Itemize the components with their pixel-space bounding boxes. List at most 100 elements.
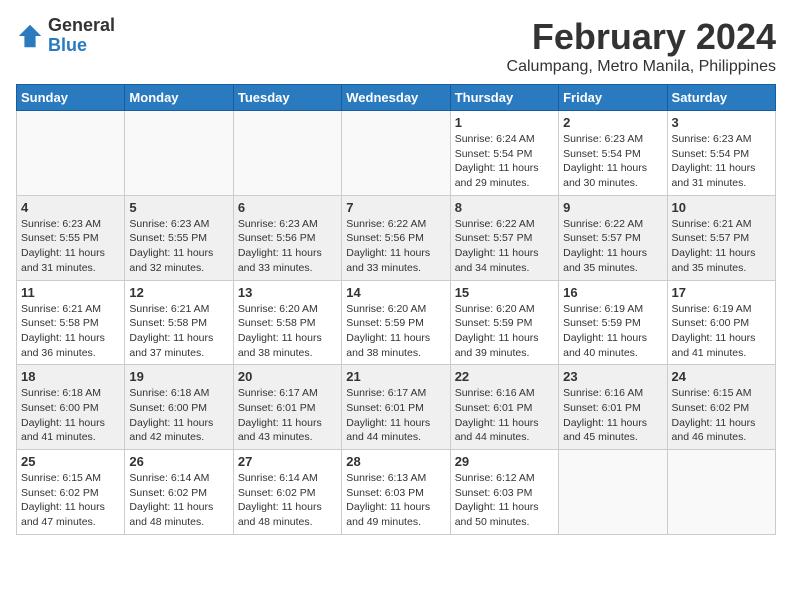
calendar-cell: 18 Sunrise: 6:18 AM Sunset: 6:00 PM Dayli… [17, 365, 125, 450]
location-title: Calumpang, Metro Manila, Philippines [507, 58, 776, 76]
calendar-cell: 21 Sunrise: 6:17 AM Sunset: 6:01 PM Dayli… [342, 365, 450, 450]
day-number: 29 [455, 454, 554, 469]
calendar-week-row: 18 Sunrise: 6:18 AM Sunset: 6:00 PM Dayli… [17, 365, 776, 450]
calendar-week-row: 4 Sunrise: 6:23 AM Sunset: 5:55 PM Daylig… [17, 195, 776, 280]
day-number: 21 [346, 369, 445, 384]
calendar-cell [559, 450, 667, 535]
calendar-cell: 26 Sunrise: 6:14 AM Sunset: 6:02 PM Dayli… [125, 450, 233, 535]
calendar-cell [667, 450, 775, 535]
cell-info: Sunrise: 6:13 AM Sunset: 6:03 PM Dayligh… [346, 471, 445, 530]
day-number: 6 [238, 200, 337, 215]
day-number: 13 [238, 285, 337, 300]
cell-info: Sunrise: 6:23 AM Sunset: 5:55 PM Dayligh… [21, 217, 120, 276]
day-number: 14 [346, 285, 445, 300]
cell-info: Sunrise: 6:23 AM Sunset: 5:54 PM Dayligh… [672, 132, 771, 191]
weekday-header: Wednesday [342, 85, 450, 111]
weekday-header: Thursday [450, 85, 558, 111]
calendar-cell [17, 111, 125, 196]
day-number: 2 [563, 115, 662, 130]
day-number: 11 [21, 285, 120, 300]
cell-info: Sunrise: 6:18 AM Sunset: 6:00 PM Dayligh… [21, 386, 120, 445]
calendar-cell [233, 111, 341, 196]
logo-icon [16, 22, 44, 50]
calendar-cell: 6 Sunrise: 6:23 AM Sunset: 5:56 PM Daylig… [233, 195, 341, 280]
cell-info: Sunrise: 6:21 AM Sunset: 5:58 PM Dayligh… [129, 302, 228, 361]
day-number: 3 [672, 115, 771, 130]
cell-info: Sunrise: 6:15 AM Sunset: 6:02 PM Dayligh… [21, 471, 120, 530]
day-number: 9 [563, 200, 662, 215]
day-number: 1 [455, 115, 554, 130]
logo-blue-text: Blue [48, 36, 115, 56]
calendar-cell: 4 Sunrise: 6:23 AM Sunset: 5:55 PM Daylig… [17, 195, 125, 280]
calendar-week-row: 25Sunrise: 6:15 AM Sunset: 6:02 PM Dayli… [17, 450, 776, 535]
calendar-cell: 8Sunrise: 6:22 AM Sunset: 5:57 PM Daylig… [450, 195, 558, 280]
day-number: 8 [455, 200, 554, 215]
calendar-table: SundayMondayTuesdayWednesdayThursdayFrid… [16, 84, 776, 535]
logo: General Blue [16, 16, 115, 56]
calendar-cell: 25Sunrise: 6:15 AM Sunset: 6:02 PM Dayli… [17, 450, 125, 535]
cell-info: Sunrise: 6:14 AM Sunset: 6:02 PM Dayligh… [129, 471, 228, 530]
calendar-cell [125, 111, 233, 196]
calendar-cell: 10Sunrise: 6:21 AM Sunset: 5:57 PM Dayli… [667, 195, 775, 280]
cell-info: Sunrise: 6:20 AM Sunset: 5:59 PM Dayligh… [346, 302, 445, 361]
calendar-cell: 7 Sunrise: 6:22 AM Sunset: 5:56 PM Daylig… [342, 195, 450, 280]
cell-info: Sunrise: 6:20 AM Sunset: 5:59 PM Dayligh… [455, 302, 554, 361]
weekday-header: Sunday [17, 85, 125, 111]
day-number: 27 [238, 454, 337, 469]
calendar-week-row: 11 Sunrise: 6:21 AM Sunset: 5:58 PM Dayli… [17, 280, 776, 365]
day-number: 24 [672, 369, 771, 384]
day-number: 18 [21, 369, 120, 384]
cell-info: Sunrise: 6:14 AM Sunset: 6:02 PM Dayligh… [238, 471, 337, 530]
calendar-cell [342, 111, 450, 196]
calendar-cell: 24 Sunrise: 6:15 AM Sunset: 6:02 PM Dayli… [667, 365, 775, 450]
weekday-header: Friday [559, 85, 667, 111]
cell-info: Sunrise: 6:23 AM Sunset: 5:55 PM Dayligh… [129, 217, 228, 276]
calendar-cell: 9 Sunrise: 6:22 AM Sunset: 5:57 PM Daylig… [559, 195, 667, 280]
day-number: 26 [129, 454, 228, 469]
cell-info: Sunrise: 6:23 AM Sunset: 5:56 PM Dayligh… [238, 217, 337, 276]
weekday-header-row: SundayMondayTuesdayWednesdayThursdayFrid… [17, 85, 776, 111]
day-number: 23 [563, 369, 662, 384]
weekday-header: Saturday [667, 85, 775, 111]
cell-info: Sunrise: 6:15 AM Sunset: 6:02 PM Dayligh… [672, 386, 771, 445]
calendar-cell: 14 Sunrise: 6:20 AM Sunset: 5:59 PM Dayli… [342, 280, 450, 365]
calendar-cell: 27 Sunrise: 6:14 AM Sunset: 6:02 PM Dayli… [233, 450, 341, 535]
calendar-cell: 16 Sunrise: 6:19 AM Sunset: 5:59 PM Dayli… [559, 280, 667, 365]
calendar-cell: 12Sunrise: 6:21 AM Sunset: 5:58 PM Dayli… [125, 280, 233, 365]
cell-info: Sunrise: 6:24 AM Sunset: 5:54 PM Dayligh… [455, 132, 554, 191]
calendar-cell: 1 Sunrise: 6:24 AM Sunset: 5:54 PM Daylig… [450, 111, 558, 196]
day-number: 4 [21, 200, 120, 215]
day-number: 17 [672, 285, 771, 300]
calendar-cell: 13 Sunrise: 6:20 AM Sunset: 5:58 PM Dayli… [233, 280, 341, 365]
calendar-week-row: 1 Sunrise: 6:24 AM Sunset: 5:54 PM Daylig… [17, 111, 776, 196]
day-number: 5 [129, 200, 228, 215]
day-number: 28 [346, 454, 445, 469]
cell-info: Sunrise: 6:12 AM Sunset: 6:03 PM Dayligh… [455, 471, 554, 530]
logo-general-text: General [48, 16, 115, 36]
day-number: 10 [672, 200, 771, 215]
cell-info: Sunrise: 6:22 AM Sunset: 5:56 PM Dayligh… [346, 217, 445, 276]
day-number: 16 [563, 285, 662, 300]
cell-info: Sunrise: 6:22 AM Sunset: 5:57 PM Dayligh… [563, 217, 662, 276]
cell-info: Sunrise: 6:16 AM Sunset: 6:01 PM Dayligh… [563, 386, 662, 445]
cell-info: Sunrise: 6:21 AM Sunset: 5:58 PM Dayligh… [21, 302, 120, 361]
cell-info: Sunrise: 6:23 AM Sunset: 5:54 PM Dayligh… [563, 132, 662, 191]
title-area: February 2024 Calumpang, Metro Manila, P… [507, 16, 776, 76]
weekday-header: Monday [125, 85, 233, 111]
calendar-cell: 22Sunrise: 6:16 AM Sunset: 6:01 PM Dayli… [450, 365, 558, 450]
calendar-cell: 11 Sunrise: 6:21 AM Sunset: 5:58 PM Dayli… [17, 280, 125, 365]
calendar-cell: 19Sunrise: 6:18 AM Sunset: 6:00 PM Dayli… [125, 365, 233, 450]
cell-info: Sunrise: 6:20 AM Sunset: 5:58 PM Dayligh… [238, 302, 337, 361]
calendar-cell: 29 Sunrise: 6:12 AM Sunset: 6:03 PM Dayli… [450, 450, 558, 535]
calendar-cell: 2 Sunrise: 6:23 AM Sunset: 5:54 PM Daylig… [559, 111, 667, 196]
cell-info: Sunrise: 6:18 AM Sunset: 6:00 PM Dayligh… [129, 386, 228, 445]
calendar-cell: 23 Sunrise: 6:16 AM Sunset: 6:01 PM Dayli… [559, 365, 667, 450]
day-number: 15 [455, 285, 554, 300]
cell-info: Sunrise: 6:17 AM Sunset: 6:01 PM Dayligh… [238, 386, 337, 445]
calendar-cell: 17Sunrise: 6:19 AM Sunset: 6:00 PM Dayli… [667, 280, 775, 365]
day-number: 22 [455, 369, 554, 384]
logo-text: General Blue [48, 16, 115, 56]
cell-info: Sunrise: 6:19 AM Sunset: 5:59 PM Dayligh… [563, 302, 662, 361]
day-number: 7 [346, 200, 445, 215]
cell-info: Sunrise: 6:17 AM Sunset: 6:01 PM Dayligh… [346, 386, 445, 445]
